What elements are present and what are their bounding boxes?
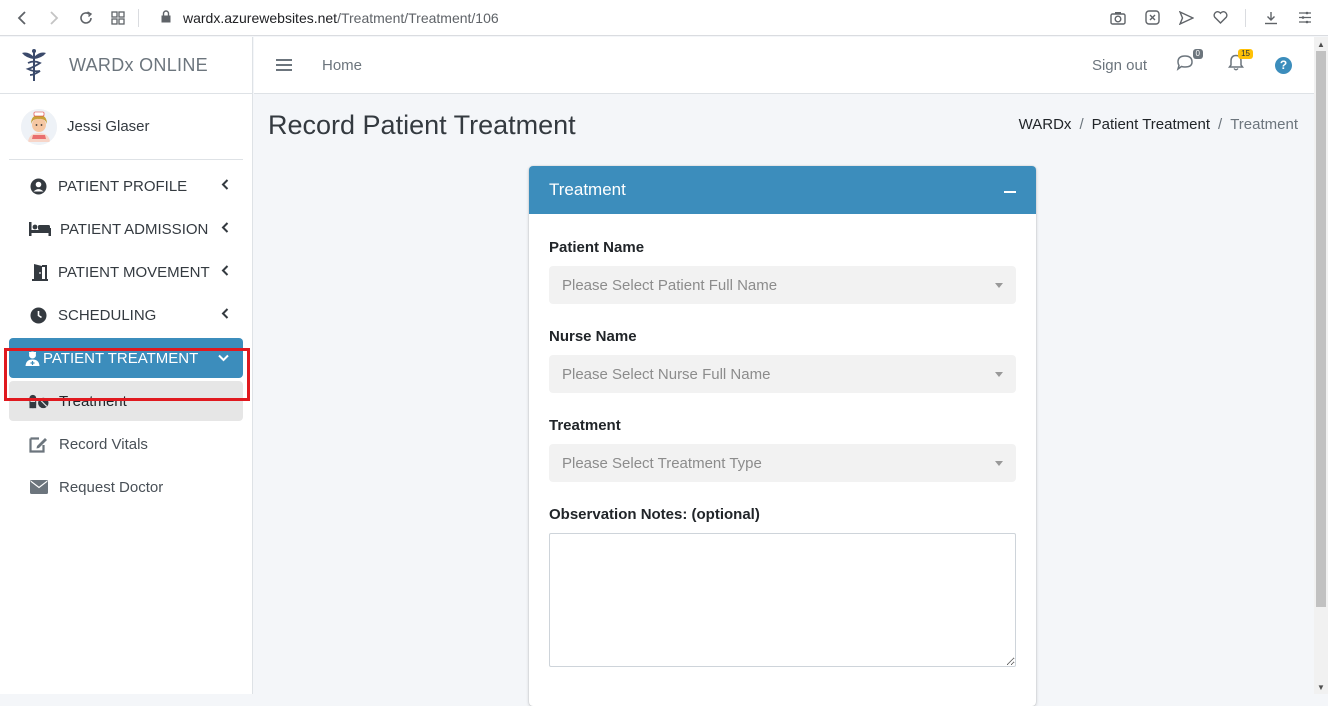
bed-icon (29, 220, 51, 238)
card-header: Treatment (529, 166, 1036, 214)
user-panel[interactable]: Jessi Glaser (9, 94, 243, 160)
sidebar-subitem-treatment[interactable]: Treatment (9, 381, 243, 421)
back-icon[interactable] (6, 2, 38, 34)
sidebar-item-label: PATIENT TREATMENT (43, 349, 199, 367)
download-icon[interactable] (1258, 2, 1284, 34)
caduceus-logo-icon (22, 49, 46, 81)
home-link[interactable]: Home (322, 57, 362, 74)
messages-badge: 0 (1192, 49, 1203, 59)
sidebar-subitem-request-doctor[interactable]: Request Doctor (9, 467, 243, 507)
breadcrumb-item-treatment: Treatment (1230, 116, 1298, 133)
main-content: Record Patient Treatment WARDx / Patient… (254, 94, 1314, 706)
user-name: Jessi Glaser (67, 118, 150, 135)
caret-down-icon (995, 460, 1003, 466)
scroll-up-icon[interactable]: ▲ (1314, 37, 1328, 51)
treatment-type-select[interactable]: Please Select Treatment Type (549, 444, 1016, 482)
toolbar-divider (138, 8, 139, 27)
lock-icon (161, 9, 171, 26)
pills-icon (29, 392, 49, 410)
chevron-left-icon (221, 265, 229, 279)
sidebar-item-label: SCHEDULING (58, 306, 157, 324)
heart-icon[interactable] (1207, 2, 1233, 34)
sidebar: WARDx ONLINE Jessi Glaser PATIENT PROFIL… (0, 37, 253, 694)
notifications-badge: 15 (1238, 49, 1253, 59)
address-bar[interactable]: wardx.azurewebsites.net/Treatment/Treatm… (183, 10, 499, 26)
brand-name: WARDx ONLINE (69, 54, 208, 75)
breadcrumb-item-patient-treatment[interactable]: Patient Treatment (1092, 116, 1210, 133)
clock-icon (29, 306, 47, 324)
hamburger-menu-icon[interactable] (276, 59, 292, 71)
patient-name-label: Patient Name (549, 239, 645, 256)
patient-name-placeholder: Please Select Patient Full Name (562, 276, 778, 294)
sidebar-item-patient-admission[interactable]: PATIENT ADMISSION (9, 209, 243, 249)
observation-notes-textarea[interactable] (549, 533, 1016, 667)
breadcrumb-separator: / (1218, 116, 1223, 133)
brand[interactable]: WARDx ONLINE (0, 37, 252, 94)
treatment-label: Treatment (549, 417, 621, 434)
sidebar-item-scheduling[interactable]: SCHEDULING (9, 295, 243, 335)
breadcrumb: WARDx / Patient Treatment / Treatment (1019, 116, 1298, 133)
breadcrumb-separator: / (1079, 116, 1084, 133)
card-title: Treatment (549, 180, 626, 199)
scrollbar-thumb[interactable] (1316, 51, 1326, 607)
chevron-left-icon (221, 179, 229, 193)
sidebar-subitem-label: Request Doctor (59, 478, 164, 496)
treatment-card: Treatment Patient Name Please Select Pat… (529, 166, 1036, 706)
reload-icon[interactable] (70, 2, 102, 34)
observation-notes-label: Observation Notes: (optional) (549, 506, 760, 523)
breadcrumb-item-wardx[interactable]: WARDx (1019, 116, 1072, 133)
block-icon[interactable] (1139, 2, 1165, 34)
url-host: wardx.azurewebsites.net (183, 9, 338, 26)
nurse-name-placeholder: Please Select Nurse Full Name (562, 365, 771, 383)
page-title: Record Patient Treatment (268, 110, 576, 140)
sidebar-item-label: PATIENT MOVEMENT (58, 263, 210, 281)
browser-toolbar: wardx.azurewebsites.net/Treatment/Treatm… (0, 0, 1328, 36)
nurse-name-select[interactable]: Please Select Nurse Full Name (549, 355, 1016, 393)
sign-out-link[interactable]: Sign out (1092, 57, 1147, 74)
card-body: Patient Name Please Select Patient Full … (529, 239, 1036, 672)
messages-button[interactable]: 0 (1175, 49, 1203, 76)
avatar (21, 108, 57, 145)
page-scrollbar[interactable]: ▲ ▼ (1314, 37, 1328, 694)
sidebar-subitem-record-vitals[interactable]: Record Vitals (9, 424, 243, 464)
sidebar-subitem-label: Record Vitals (59, 435, 148, 453)
sidebar-item-patient-movement[interactable]: PATIENT MOVEMENT (9, 252, 243, 292)
url-path: /Treatment/Treatment/106 (337, 9, 499, 26)
sidebar-item-patient-treatment[interactable]: PATIENT TREATMENT (9, 338, 243, 378)
caret-down-icon (995, 371, 1003, 377)
scroll-down-icon[interactable]: ▼ (1314, 680, 1328, 694)
sidebar-item-label: PATIENT ADMISSION (60, 220, 209, 238)
envelope-icon (29, 478, 49, 496)
patient-name-select[interactable]: Please Select Patient Full Name (549, 266, 1016, 304)
edit-icon (29, 435, 49, 453)
chevron-left-icon (221, 222, 229, 236)
door-open-icon (29, 263, 51, 281)
help-icon[interactable]: ? (1275, 56, 1292, 74)
apps-grid-icon[interactable] (102, 2, 134, 34)
nurse-name-label: Nurse Name (549, 328, 637, 345)
camera-icon[interactable] (1105, 2, 1131, 34)
user-circle-icon (29, 177, 47, 195)
sidebar-menu: PATIENT PROFILE PATIENT ADMISSION PATIEN… (0, 166, 252, 507)
collapse-minus-icon[interactable] (1004, 191, 1016, 193)
top-navbar: Home Sign out 0 15 ? (254, 37, 1314, 94)
chevron-left-icon (221, 308, 229, 322)
menu-lines-icon[interactable] (1292, 2, 1318, 34)
sidebar-subitem-label: Treatment (59, 392, 127, 410)
treatment-type-placeholder: Please Select Treatment Type (562, 454, 762, 472)
chevron-down-icon (218, 351, 229, 365)
toolbar-divider (1245, 8, 1246, 27)
send-icon[interactable] (1173, 2, 1199, 34)
forward-icon[interactable] (38, 2, 70, 34)
notifications-button[interactable]: 15 (1225, 49, 1253, 76)
user-nurse-icon (23, 349, 41, 367)
sidebar-item-label: PATIENT PROFILE (58, 177, 188, 195)
sidebar-item-patient-profile[interactable]: PATIENT PROFILE (9, 166, 243, 206)
caret-down-icon (995, 282, 1003, 288)
